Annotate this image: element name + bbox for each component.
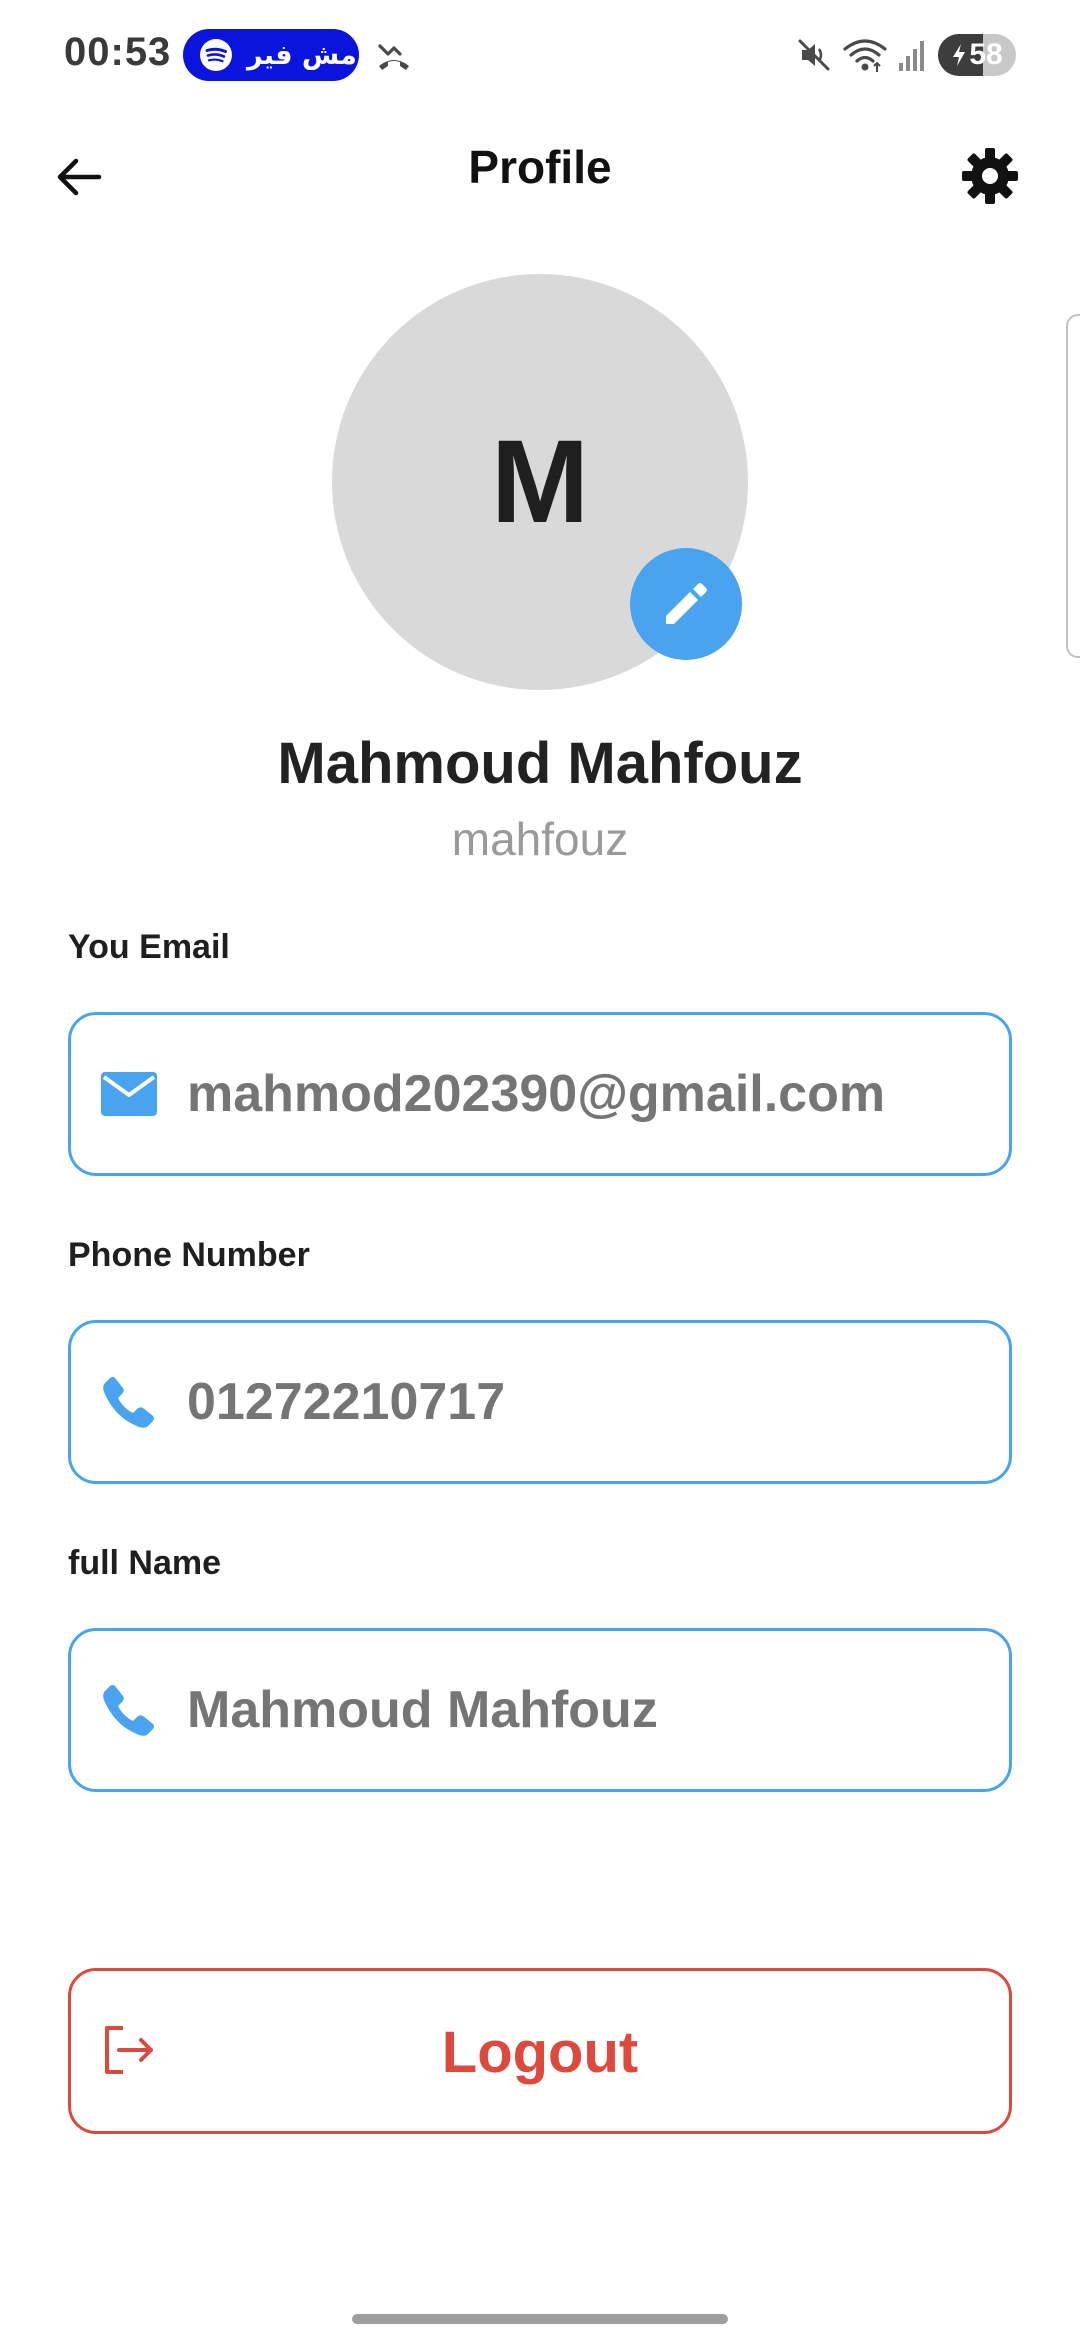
full-name-value: Mahmoud Mahfouz — [187, 1681, 658, 1739]
status-icons: 58 — [796, 32, 1016, 78]
phone-field[interactable]: 01272210717 — [68, 1320, 1012, 1484]
spotify-notification-text: مش فير — [247, 39, 357, 71]
mute-icon — [798, 39, 830, 71]
spotify-notification-pill[interactable]: مش فير — [183, 29, 359, 81]
phone-icon — [99, 1372, 159, 1432]
logout-button[interactable]: Logout — [68, 1968, 1012, 2134]
phone-value: 01272210717 — [187, 1373, 506, 1431]
email-value: mahmod202390@gmail.com — [187, 1065, 886, 1123]
wifi-icon — [843, 39, 887, 72]
profile-name: Mahmoud Mahfouz — [277, 731, 803, 796]
status-bar: 00:53 مش فير 58 — [0, 0, 1080, 112]
settings-button[interactable] — [952, 138, 1028, 214]
side-panel-handle[interactable] — [1066, 314, 1080, 658]
full-name-field[interactable]: Mahmoud Mahfouz — [68, 1628, 1012, 1792]
gear-icon — [962, 148, 1018, 204]
page-title: Profile — [468, 141, 612, 193]
battery-charging-icon — [953, 44, 966, 66]
status-time: 00:53 — [64, 30, 172, 74]
pencil-icon — [666, 583, 707, 624]
battery-indicator: 58 — [938, 34, 1016, 76]
phone-icon — [99, 1680, 159, 1740]
email-label: You Email — [68, 928, 230, 966]
email-field[interactable]: mahmod202390@gmail.com — [68, 1012, 1012, 1176]
signal-icon — [899, 41, 924, 71]
edit-avatar-button[interactable] — [630, 548, 742, 660]
logout-label: Logout — [441, 2020, 639, 2085]
app-bar: Profile — [0, 112, 1080, 224]
mail-icon — [99, 1064, 159, 1124]
spotify-icon — [200, 39, 232, 71]
battery-level: 58 — [969, 38, 1003, 71]
avatar-initial: M — [490, 416, 590, 548]
full-name-label: full Name — [68, 1544, 222, 1582]
home-indicator[interactable] — [352, 2314, 728, 2324]
missed-call-icon — [378, 44, 409, 70]
profile-username: mahfouz — [451, 813, 629, 865]
phone-label: Phone Number — [68, 1236, 310, 1274]
